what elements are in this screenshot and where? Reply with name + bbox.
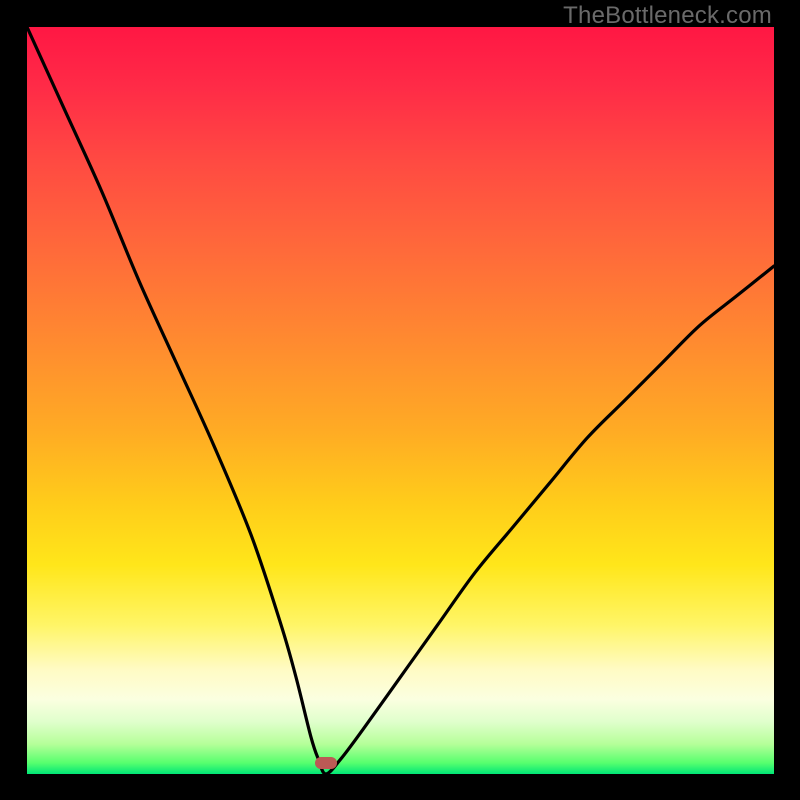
min-marker-icon (315, 757, 337, 769)
bottleneck-curve (27, 27, 774, 774)
chart-frame: TheBottleneck.com (0, 0, 800, 800)
watermark-text: TheBottleneck.com (563, 2, 772, 30)
plot-area (27, 27, 774, 774)
